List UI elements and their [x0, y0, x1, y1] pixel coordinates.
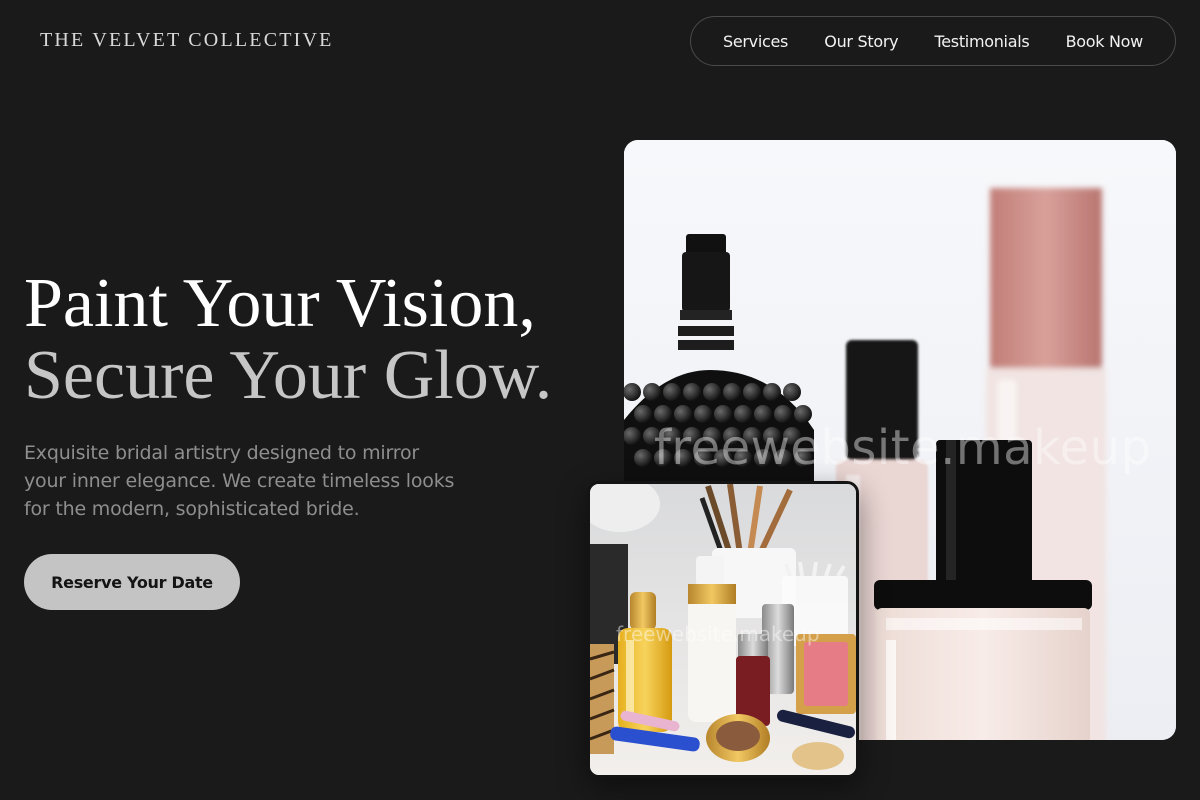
- overlay-image-watermark: freewebsite.makeup: [616, 622, 820, 646]
- nav-link-services[interactable]: Services: [723, 32, 788, 51]
- hero-overlay-image: freewebsite.makeup: [587, 481, 859, 778]
- hero-title-line-2: Secure Your Glow.: [24, 337, 553, 414]
- nav-link-testimonials[interactable]: Testimonials: [934, 32, 1029, 51]
- hero-title-line-1: Paint Your Vision,: [24, 265, 536, 342]
- brand-logo[interactable]: THE VELVET COLLECTIVE: [40, 29, 334, 52]
- reserve-date-button[interactable]: Reserve Your Date: [24, 554, 240, 610]
- hero-title: Paint Your Vision, Secure Your Glow.: [24, 268, 552, 412]
- nav-link-book-now[interactable]: Book Now: [1066, 32, 1144, 51]
- main-nav: Services Our Story Testimonials Book Now: [690, 16, 1176, 66]
- nav-link-our-story[interactable]: Our Story: [824, 32, 898, 51]
- hero-description: Exquisite bridal artistry designed to mi…: [24, 442, 455, 520]
- main-image-watermark: freewebsite.makeup: [654, 420, 1152, 476]
